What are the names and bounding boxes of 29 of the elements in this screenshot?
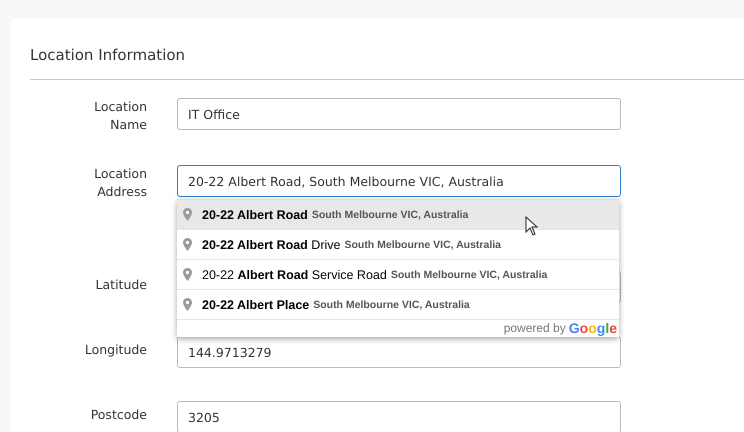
suggestion-text: 20-22 Albert Road bbox=[202, 208, 308, 222]
suggestion-text: 20-22 Albert Road Drive bbox=[202, 238, 340, 252]
field-label: Location Address bbox=[93, 165, 147, 201]
input-field[interactable]: 3205 bbox=[177, 401, 621, 432]
suggestion-secondary-text: South Melbourne VIC, Australia bbox=[344, 238, 502, 250]
suggestion-text: 20-22 Albert Road Service Road bbox=[202, 268, 387, 282]
map-pin-icon bbox=[183, 298, 192, 311]
field-label: Location Name bbox=[93, 98, 147, 134]
field-label: Latitude bbox=[94, 276, 147, 294]
map-pin-icon bbox=[183, 238, 192, 251]
input-field[interactable]: 144.9713279 bbox=[177, 336, 621, 368]
suggestion-item[interactable]: 20-22 Albert Road Service Road South Melbourne VIC, Australia bbox=[177, 260, 619, 290]
suggestion-secondary-text: South Melbourne VIC, Australia bbox=[390, 268, 548, 280]
suggestion-text: 20-22 Albert Place bbox=[202, 298, 310, 312]
input-field[interactable]: IT Office bbox=[177, 98, 621, 130]
suggestion-item[interactable]: 20-22 Albert Road South Melbourne VIC, Australia bbox=[177, 200, 619, 230]
suggestion-item[interactable]: 20-22 Albert Place South Melbourne VIC, Australia bbox=[177, 290, 619, 320]
input-field[interactable]: 20-22 Albert Road, South Melbourne VIC, Australia bbox=[177, 165, 621, 197]
section-title: Location Information bbox=[30, 46, 186, 66]
suggestion-secondary-text: South Melbourne VIC, Australia bbox=[313, 298, 470, 310]
field-label: Postcode bbox=[90, 406, 147, 424]
attribution-text: powered by bbox=[504, 321, 566, 335]
map-pin-icon bbox=[183, 268, 192, 281]
suggestion-item[interactable]: 20-22 Albert Road Drive South Melbourne VIC, Australia bbox=[177, 230, 619, 260]
brand-logo: Google bbox=[568, 320, 617, 336]
mouse-pointer-icon bbox=[525, 216, 539, 236]
field-label: Longitude bbox=[84, 341, 147, 359]
suggestion-secondary-text: South Melbourne VIC, Australia bbox=[312, 208, 468, 220]
map-pin-icon bbox=[183, 208, 192, 221]
